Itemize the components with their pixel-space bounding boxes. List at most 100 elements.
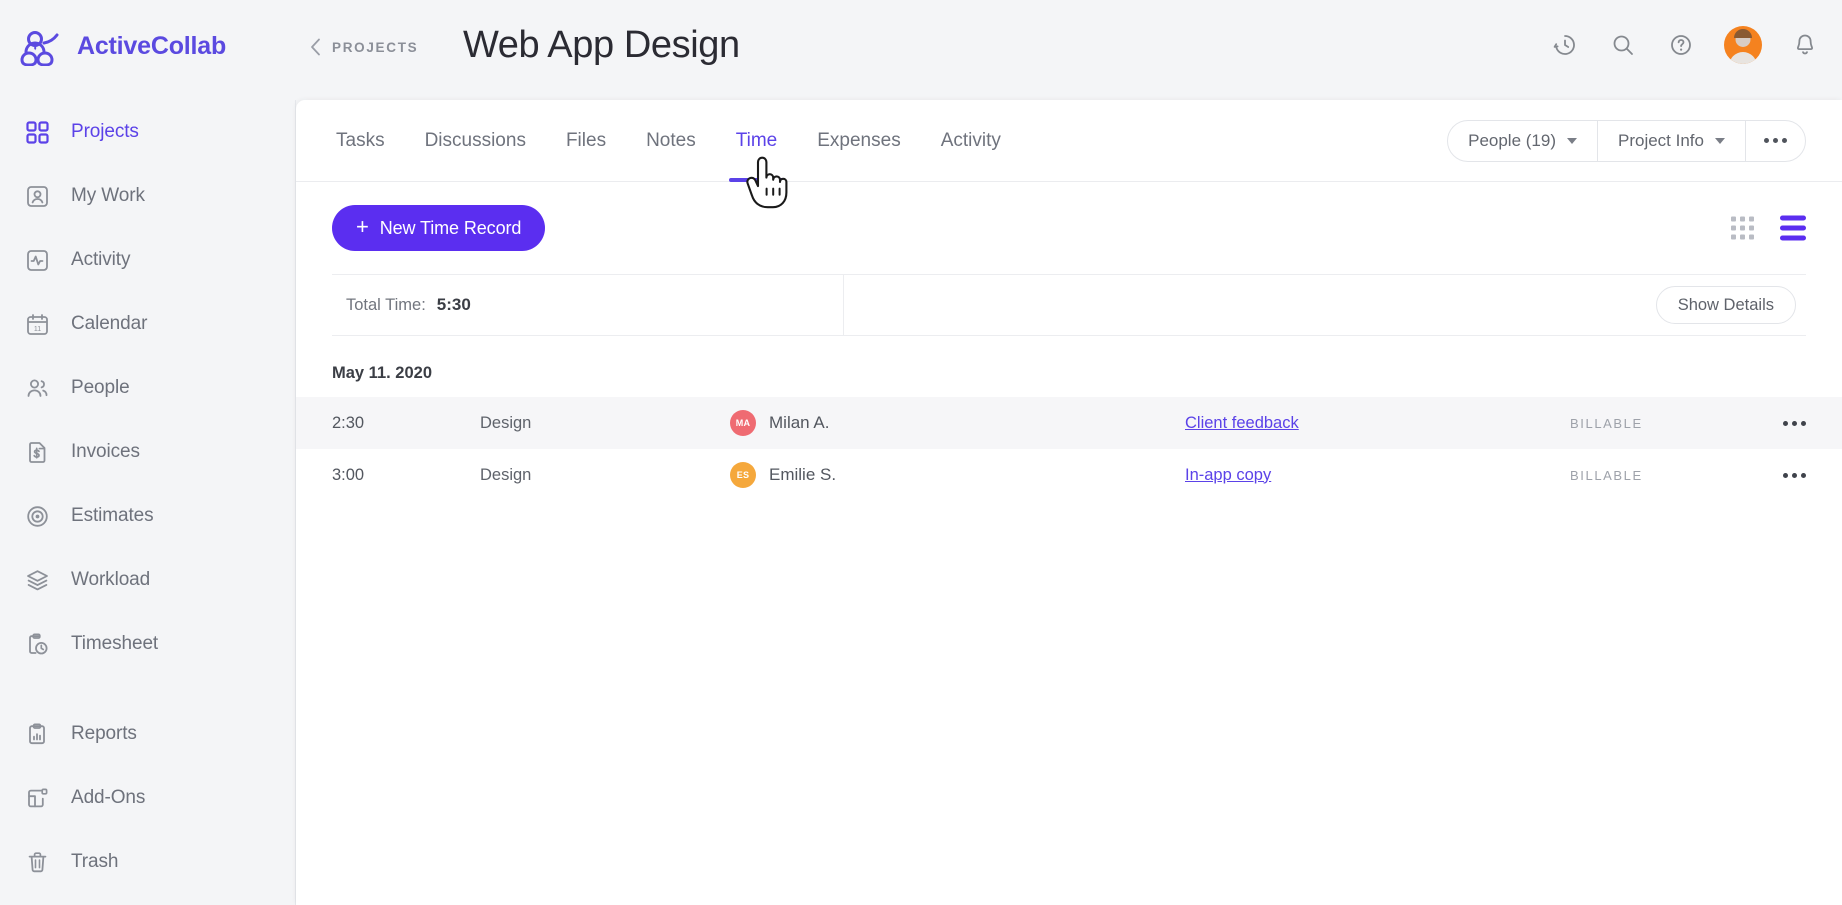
sidebar-item-people[interactable]: People	[0, 356, 295, 420]
timer-clock-icon[interactable]	[1550, 30, 1580, 60]
sidebar-item-label: Projects	[71, 121, 139, 142]
sidebar-item-label: Calendar	[71, 313, 148, 334]
tab-label: Notes	[646, 129, 696, 151]
clipboard-clock-icon	[22, 629, 52, 659]
sidebar-item-timesheet[interactable]: Timesheet	[0, 612, 295, 676]
row-user-name: Milan A.	[769, 413, 830, 432]
sidebar: Projects My Work Activity 11 Calendar Pe…	[0, 100, 296, 905]
tab-discussions[interactable]: Discussions	[421, 100, 530, 181]
sidebar-item-label: Add-Ons	[71, 787, 146, 808]
tab-notes[interactable]: Notes	[642, 100, 700, 181]
tab-label: Activity	[940, 129, 1001, 151]
invoice-dollar-icon	[22, 437, 52, 467]
brand-name: ActiveCollab	[77, 31, 227, 60]
project-info-label: Project Info	[1618, 130, 1704, 150]
sidebar-item-label: Invoices	[71, 441, 140, 462]
grid-view-icon[interactable]	[1731, 216, 1754, 240]
row-more-button[interactable]	[1750, 472, 1806, 478]
status-badge: BILLABLE	[1570, 467, 1643, 483]
tab-label: Tasks	[336, 129, 385, 151]
tab-label: Expenses	[817, 129, 901, 151]
row-user: ES Emilie S.	[730, 462, 1185, 488]
page-title: Web App Design	[463, 24, 740, 66]
avatar: ES	[730, 462, 756, 488]
avatar-body	[1729, 52, 1757, 64]
project-info-dropdown[interactable]: Project Info	[1597, 120, 1745, 161]
chevron-left-icon	[310, 38, 321, 56]
avatar-hair	[1734, 29, 1752, 38]
sidebar-item-label: People	[71, 377, 130, 398]
tab-tasks[interactable]: Tasks	[332, 100, 389, 181]
user-avatar[interactable]	[1724, 26, 1762, 64]
show-details-button[interactable]: Show Details	[1655, 286, 1796, 324]
table-row[interactable]: 3:00 Design ES Emilie S. In-app copy BIL…	[296, 449, 1842, 501]
ellipsis-horizontal-icon	[1764, 138, 1787, 143]
sidebar-divider-gap	[0, 676, 295, 702]
bell-notification-icon[interactable]	[1790, 30, 1820, 60]
tab-expenses[interactable]: Expenses	[813, 100, 904, 181]
row-job-type: Design	[480, 465, 532, 484]
breadcrumb-label: PROJECTS	[332, 39, 419, 55]
row-user-name: Emilie S.	[769, 465, 837, 484]
help-question-icon[interactable]	[1666, 30, 1696, 60]
tab-label: Files	[565, 129, 607, 151]
sidebar-item-label: Estimates	[71, 505, 154, 526]
row-task-link-cell: Client feedback	[1185, 414, 1570, 433]
sidebar-item-invoices[interactable]: Invoices	[0, 420, 295, 484]
table-row[interactable]: 2:30 Design MA Milan A. Client feedback …	[296, 397, 1842, 449]
sidebar-item-estimates[interactable]: Estimates	[0, 484, 295, 548]
tab-label: Discussions	[424, 129, 526, 151]
calendar-icon: 11	[22, 309, 52, 339]
sidebar-item-activity[interactable]: Activity	[0, 228, 295, 292]
row-time: 2:30	[332, 413, 365, 432]
tab-activity[interactable]: Activity	[937, 100, 1005, 181]
brand-logo-link[interactable]: ActiveCollab	[18, 26, 227, 67]
date-group-header: May 11. 2020	[332, 364, 432, 382]
app-root: ActiveCollab PROJECTS Web App Design Pro…	[0, 0, 1842, 905]
people-icon	[22, 373, 52, 403]
row-task-link[interactable]: In-app copy	[1185, 466, 1271, 484]
project-more-button[interactable]	[1745, 120, 1805, 161]
people-dropdown[interactable]: People (19)	[1448, 121, 1597, 161]
sidebar-item-trash[interactable]: Trash	[0, 830, 295, 894]
row-task-link[interactable]: Client feedback	[1185, 414, 1299, 432]
person-card-icon	[22, 181, 52, 211]
project-tabs: Tasks Discussions Files Notes Time Expen…	[332, 100, 1005, 182]
avatar: MA	[730, 410, 756, 436]
sidebar-item-label: Timesheet	[71, 633, 159, 654]
activecollab-logo-icon	[18, 26, 64, 67]
pulse-chart-icon	[22, 245, 52, 275]
top-bar-actions	[1550, 26, 1820, 64]
sidebar-item-my-work[interactable]: My Work	[0, 164, 295, 228]
target-icon	[22, 501, 52, 531]
row-more-button[interactable]	[1750, 420, 1806, 426]
row-user: MA Milan A.	[730, 410, 1185, 436]
total-time-cell: Total Time: 5:30	[332, 275, 844, 335]
total-time-value: 5:30	[436, 295, 471, 314]
search-icon[interactable]	[1608, 30, 1638, 60]
clipboard-chart-icon	[22, 719, 52, 749]
total-time-label: Total Time:	[346, 295, 426, 314]
sidebar-item-label: Workload	[71, 569, 151, 590]
sidebar-item-calendar[interactable]: 11 Calendar	[0, 292, 295, 356]
people-dropdown-label: People (19)	[1468, 130, 1556, 150]
sidebar-item-add-ons[interactable]: Add-Ons	[0, 766, 295, 830]
total-time-bar: Total Time: 5:30 Show Details	[332, 274, 1806, 336]
row-job-type: Design	[480, 413, 532, 432]
list-view-icon[interactable]	[1780, 215, 1806, 241]
tab-time[interactable]: Time	[728, 100, 784, 182]
new-time-record-button[interactable]: + New Time Record	[332, 205, 546, 251]
sidebar-item-workload[interactable]: Workload	[0, 548, 295, 612]
sidebar-item-projects[interactable]: Projects	[0, 100, 295, 164]
project-header-controls: People (19) Project Info	[1447, 119, 1806, 162]
new-time-record-label: New Time Record	[379, 217, 522, 238]
grid-squares-icon	[22, 117, 52, 147]
sidebar-item-label: Activity	[71, 249, 131, 270]
status-badge: BILLABLE	[1570, 415, 1643, 431]
sidebar-item-reports[interactable]: Reports	[0, 702, 295, 766]
chevron-down-icon	[1567, 137, 1577, 144]
svg-text:11: 11	[33, 326, 40, 333]
tab-files[interactable]: Files	[562, 100, 610, 181]
ellipsis-horizontal-icon	[1783, 420, 1806, 426]
breadcrumb[interactable]: PROJECTS	[310, 38, 418, 56]
